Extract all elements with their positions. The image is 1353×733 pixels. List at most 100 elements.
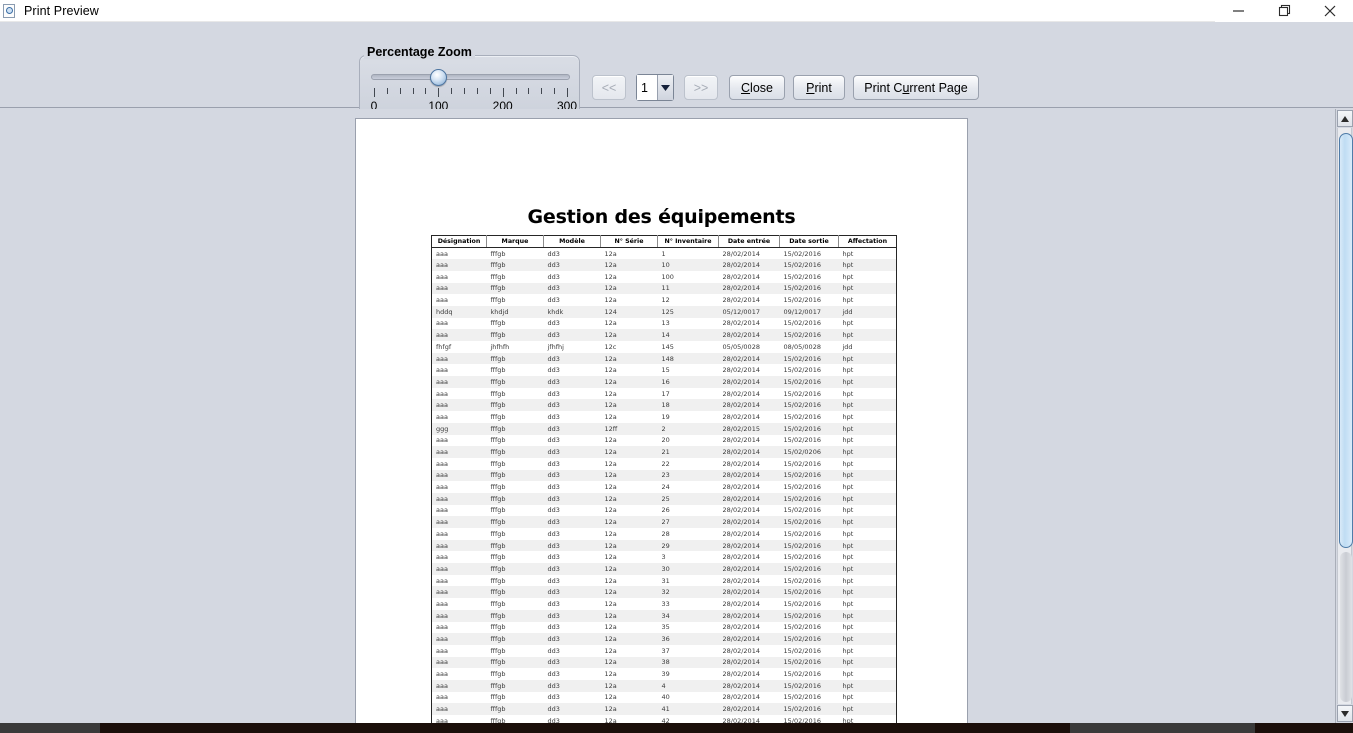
table-cell: 12a (604, 471, 617, 480)
table-cell: aaa (431, 691, 487, 704)
table-cell: hpt (838, 446, 897, 458)
print-current-page-button[interactable]: Print Cu rrent Page (853, 75, 979, 100)
table-cell: 28/02/2014 (722, 693, 760, 702)
table-cell: dd3 (547, 553, 560, 562)
table-cell: hpt (838, 492, 897, 505)
table-row: aaa fffgb dd3 12a 19 28/02/2014 15/02/2016 hpt (431, 411, 897, 423)
zoom-slider-track[interactable] (371, 74, 570, 80)
table-cell: dd3 (547, 705, 560, 714)
scrollbar-lower-region[interactable] (1340, 552, 1352, 702)
print-current-label-a: Print C (864, 80, 903, 95)
table-cell: 28 (661, 529, 670, 538)
table-cell: aaa (431, 516, 487, 528)
previous-page-button[interactable]: << (592, 75, 626, 100)
table-cell: dd3 (547, 681, 560, 690)
table-cell: aaa (431, 703, 487, 715)
table-cell: aaa (431, 504, 487, 517)
table-cell: 145 (661, 342, 674, 351)
table-cell: 17 (661, 389, 670, 398)
table-cell: fffgb (490, 483, 506, 492)
table-cell: 15/02/2016 (783, 588, 821, 597)
table-row: aaa fffgb dd3 12a 34 28/02/2014 15/02/2016 hpt (431, 609, 897, 622)
table-cell: 28/02/2014 (722, 272, 760, 281)
table-row: aaa fffgb dd3 12a 21 28/02/2014 15/02/0206 hpt (431, 446, 897, 458)
next-page-button[interactable]: >> (684, 75, 718, 100)
table-cell: 15/02/2016 (783, 377, 821, 386)
close-button-label: lose (750, 80, 773, 95)
table-cell: 20 (661, 436, 670, 445)
table-cell: dd3 (547, 541, 560, 550)
zoom-slider-thumb[interactable] (429, 69, 447, 86)
table-cell: fffgb (490, 261, 506, 270)
table-cell: 3 (661, 553, 666, 562)
table-cell: 12a (604, 670, 617, 679)
table-cell: 12ff (604, 424, 618, 433)
table-cell: hpt (838, 270, 897, 283)
table-cell: 28/02/2014 (722, 529, 760, 538)
table-cell: aaa (431, 270, 487, 283)
table-row: hddq khdjd khdk 124 125 05/12/0017 09/12/0017 j… (431, 305, 897, 318)
table-cell: 15/02/2016 (783, 412, 821, 421)
triangle-down-icon[interactable] (1337, 705, 1353, 722)
minimize-icon[interactable] (1215, 0, 1261, 22)
table-cell: hpt (838, 399, 897, 412)
table-cell: 15/02/2016 (783, 319, 821, 328)
table-cell: jdd (838, 305, 897, 318)
table-cell: 15/02/2016 (783, 681, 821, 690)
scrollbar-thumb[interactable] (1339, 133, 1353, 548)
table-cell: 125 (661, 307, 674, 316)
table-cell: 37 (661, 646, 670, 655)
table-cell: hpt (838, 609, 897, 622)
close-button[interactable]: Close (729, 75, 785, 100)
table-cell: 15/02/2016 (783, 693, 821, 702)
table-row: aaa fffgb dd3 12a 16 28/02/2014 15/02/2016 hpt (431, 376, 897, 388)
table-cell: dd3 (547, 389, 560, 398)
triangle-up-icon[interactable] (1337, 110, 1353, 127)
table-cell: ggg (431, 422, 487, 435)
table-cell: jhfhfh (490, 342, 510, 351)
table-row: aaa fffgb dd3 12a 38 28/02/2014 15/02/2016 hpt (431, 656, 897, 669)
table-cell: hpt (838, 691, 897, 704)
table-cell: 12a (604, 553, 617, 562)
table-cell: jfhfhj (547, 342, 564, 351)
table-cell: 28/02/2014 (722, 412, 760, 421)
table-cell: hpt (838, 598, 897, 610)
document-title: Gestion des équipements (527, 206, 796, 228)
table-cell: 12a (604, 319, 617, 328)
table-row: aaa fffgb dd3 12a 32 28/02/2014 15/02/2016 hpt (431, 586, 897, 599)
table-cell: 24 (661, 483, 670, 492)
close-icon[interactable] (1307, 0, 1353, 22)
table-cell: 12c (604, 342, 617, 351)
restore-icon[interactable] (1261, 0, 1307, 22)
slider-tick-minor (386, 88, 388, 94)
table-cell: 15/02/2016 (783, 623, 821, 632)
table-cell: 15/02/2016 (783, 576, 821, 585)
table-cell: aaa (431, 679, 487, 692)
table-cell: 12a (604, 576, 617, 585)
table-cell: 42 (661, 716, 670, 723)
page-number-select[interactable]: 1 (636, 74, 674, 101)
table-cell: 15/02/2016 (783, 249, 821, 258)
table-cell: aaa (431, 376, 487, 388)
table-cell: hpt (838, 457, 897, 470)
vertical-scrollbar[interactable] (1335, 109, 1353, 723)
table-row: aaa fffgb dd3 12a 4 28/02/2014 15/02/2016 hpt (431, 679, 897, 692)
table-cell: 12a (604, 272, 617, 281)
table-cell: 28/02/2014 (722, 623, 760, 632)
table-cell: 28/02/2014 (722, 401, 760, 410)
table-cell: aaa (431, 656, 487, 669)
taskbar-segment[interactable] (1070, 723, 1255, 733)
table-cell: 15/02/2016 (783, 401, 821, 410)
print-button[interactable]: Print (793, 75, 845, 100)
table-cell: 23 (661, 471, 670, 480)
chevron-down-icon[interactable] (657, 75, 673, 100)
scrollbar-track[interactable] (1337, 128, 1353, 704)
table-cell: hpt (838, 422, 897, 435)
print-current-mnemonic: u (902, 80, 910, 95)
table-row: aaa fffgb dd3 12a 28 28/02/2014 15/02/2016 hpt (431, 528, 897, 540)
table-cell: 30 (661, 564, 670, 573)
taskbar-segment[interactable] (0, 723, 100, 733)
table-cell: 12a (604, 705, 617, 714)
table-cell: 12a (604, 658, 617, 667)
slider-tick-minor (489, 88, 491, 94)
